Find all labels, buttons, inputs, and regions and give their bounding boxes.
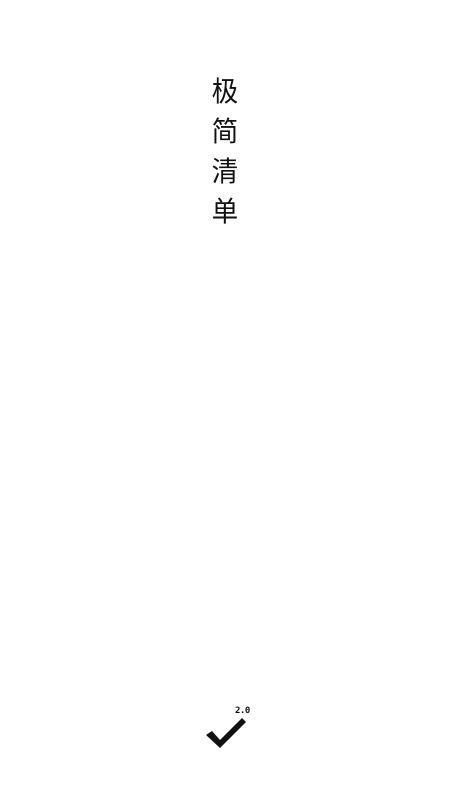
app-title-char: 清 bbox=[211, 155, 239, 188]
app-title-char: 单 bbox=[211, 195, 239, 228]
app-title-char: 简 bbox=[211, 115, 239, 148]
app-logo: 2.0 bbox=[204, 706, 252, 752]
version-label: 2.0 bbox=[235, 706, 250, 716]
app-title: 极 简 清 单 bbox=[205, 76, 245, 228]
checkmark-icon bbox=[206, 718, 246, 748]
app-title-char: 极 bbox=[211, 75, 239, 108]
splash-screen: 极 简 清 单 2.0 bbox=[0, 0, 450, 800]
